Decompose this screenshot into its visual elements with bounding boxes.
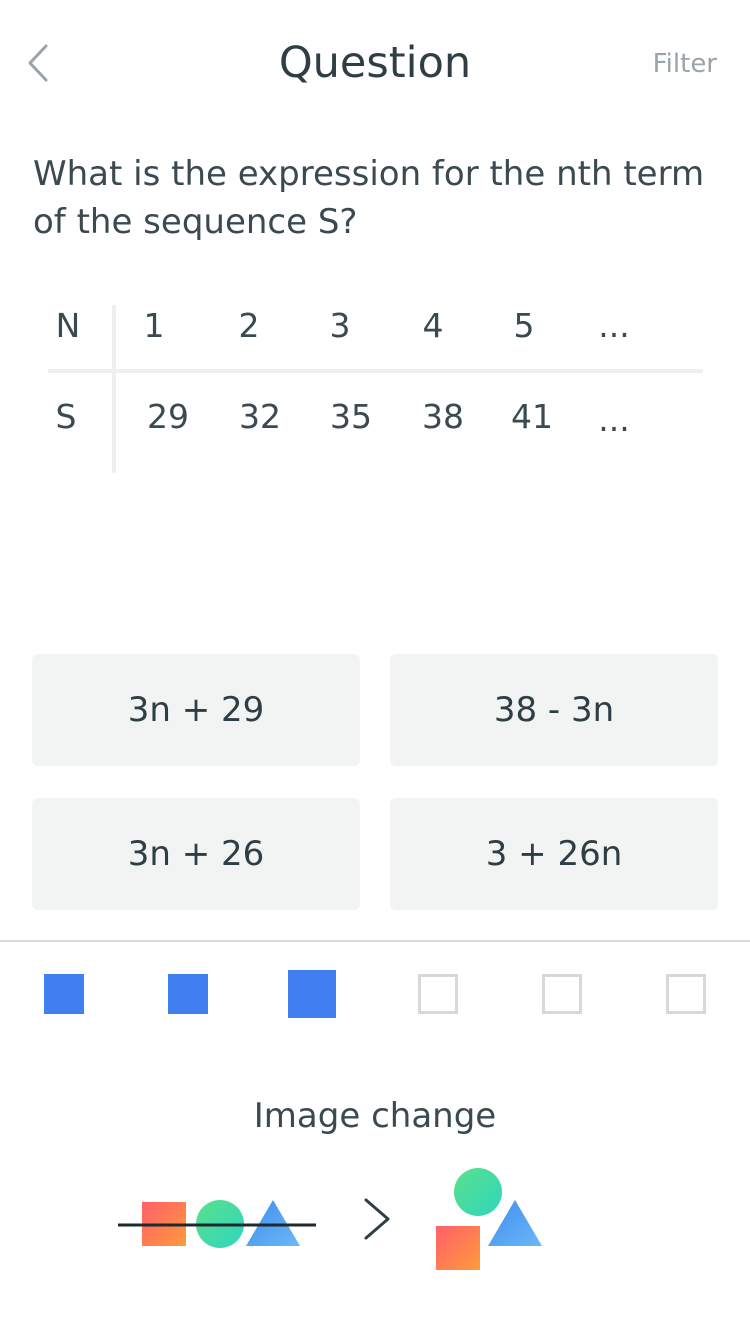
table-cell: ... bbox=[598, 306, 630, 345]
progress-square-empty bbox=[418, 974, 458, 1014]
progress-square-current bbox=[288, 970, 336, 1018]
answer-option-2[interactable]: 38 - 3n bbox=[390, 654, 718, 766]
question-text: What is the expression for the nth term … bbox=[33, 154, 705, 242]
table-cell: 32 bbox=[239, 397, 281, 436]
table-cell: 4 bbox=[422, 306, 444, 345]
divider bbox=[0, 940, 750, 942]
table-cell: 2 bbox=[238, 306, 260, 345]
answer-option-3[interactable]: 3n + 26 bbox=[32, 798, 360, 910]
table-row-label-s: S bbox=[55, 397, 77, 436]
table-cell: 38 bbox=[422, 397, 464, 436]
before-shapes bbox=[118, 1200, 316, 1248]
page-title: Question bbox=[278, 38, 472, 88]
chevron-right-icon bbox=[364, 1198, 390, 1240]
progress-square-empty bbox=[666, 974, 706, 1014]
image-change-illustration bbox=[118, 1168, 542, 1270]
table-cell: 5 bbox=[513, 306, 535, 345]
table-row-label-n: N bbox=[55, 306, 81, 345]
circle-shape bbox=[454, 1168, 502, 1216]
filter-button[interactable]: Filter bbox=[653, 49, 717, 79]
table-horizontal-divider bbox=[48, 369, 703, 373]
image-change-label: Image change bbox=[253, 1096, 497, 1136]
triangle-shape bbox=[246, 1200, 300, 1246]
table-cell: 41 bbox=[511, 397, 553, 436]
table-cell: ... bbox=[598, 400, 630, 439]
table-cell: 1 bbox=[143, 306, 165, 345]
after-shapes bbox=[436, 1168, 542, 1270]
table-cell: 29 bbox=[147, 397, 189, 436]
answer-option-1[interactable]: 3n + 29 bbox=[32, 654, 360, 766]
progress-square-empty bbox=[542, 974, 582, 1014]
square-shape bbox=[436, 1226, 480, 1270]
progress-square-filled bbox=[168, 974, 208, 1014]
table-cell: 35 bbox=[330, 397, 372, 436]
progress-square-filled bbox=[44, 974, 84, 1014]
table-cell: 3 bbox=[329, 306, 351, 345]
answer-option-4[interactable]: 3 + 26n bbox=[390, 798, 718, 910]
